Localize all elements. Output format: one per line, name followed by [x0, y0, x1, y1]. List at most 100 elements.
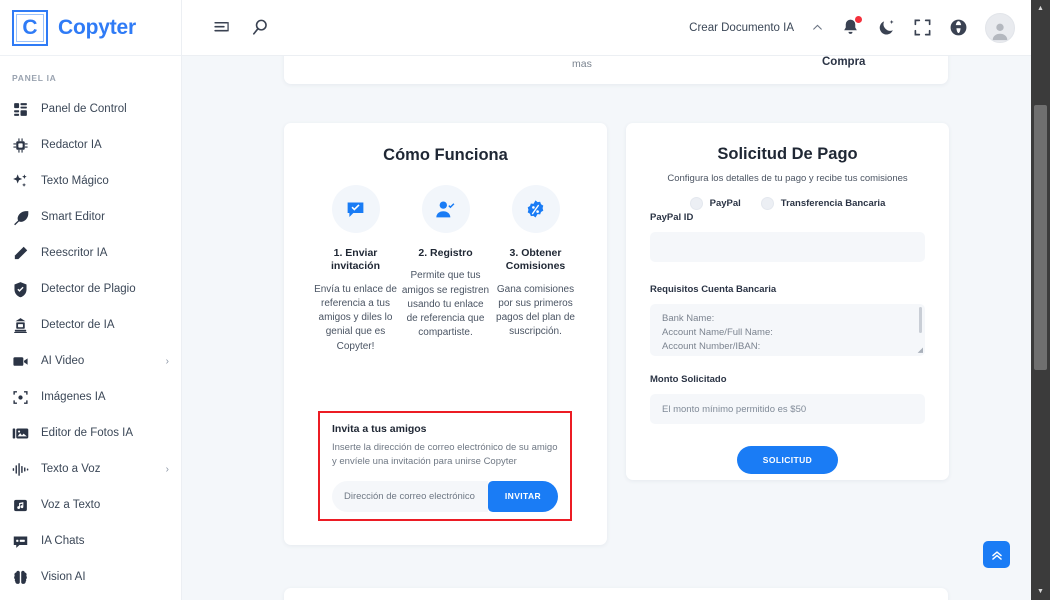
resize-handle-icon[interactable]: ◢	[918, 346, 923, 354]
percent-badge-icon	[511, 185, 560, 233]
sidebar-item-label: IA Chats	[41, 535, 85, 547]
brand-mark-icon: C	[12, 9, 48, 46]
step-description: Gana comisiones por sus primeros pagos d…	[496, 283, 575, 338]
avatar[interactable]	[985, 12, 1015, 43]
sidebar-item-label: Editor de Fotos IA	[41, 427, 134, 439]
radio-icon[interactable]	[689, 197, 703, 210]
bank-requirements-label: Requisitos Cuenta Bancaria	[650, 284, 777, 295]
invite-input-group: INVITAR	[332, 480, 558, 512]
bell-icon[interactable]	[841, 16, 862, 37]
fullscreen-icon[interactable]	[913, 18, 932, 37]
double-chevron-up-icon	[990, 548, 1004, 562]
step-title: 3. Obtener Comisiones	[505, 247, 566, 273]
scrollbar-up-arrow[interactable]: ▲	[1031, 0, 1050, 17]
moon-icon[interactable]	[877, 18, 896, 37]
scroll-to-top-button[interactable]	[983, 541, 1010, 568]
brain-icon	[12, 569, 29, 586]
notification-badge	[855, 16, 862, 23]
invite-email-input[interactable]	[332, 480, 488, 512]
sidebar-item-voz-a-texto[interactable]: Voz a Texto	[0, 487, 181, 523]
sidebar-item-imagenes-ia[interactable]: Imágenes IA	[0, 379, 181, 415]
sidebar-item-label: Texto Mágico	[41, 175, 109, 187]
invite-subtitle: Inserte la dirección de correo electróni…	[332, 442, 558, 467]
music-note-icon	[12, 497, 29, 514]
sparkles-icon	[12, 173, 29, 190]
sidebar-item-label: AI Video	[41, 355, 85, 367]
brand-name: Copyter	[58, 15, 136, 39]
dashboard-icon	[12, 101, 29, 118]
user-check-icon	[421, 185, 470, 233]
sidebar-item-detector-de-plagio[interactable]: Detector de Plagio	[0, 271, 181, 307]
bank-requirement-line: Account Name/Full Name:	[662, 327, 773, 339]
payment-request-subtitle: Configura los detalles de tu pago y reci…	[667, 173, 908, 184]
create-document-button[interactable]: Crear Documento IA	[689, 22, 794, 34]
amount-input[interactable]	[650, 394, 925, 424]
partial-card-right-text: Compra	[822, 56, 866, 68]
payment-method-label: Transferencia Bancaria	[780, 198, 886, 209]
sidebar-item-ia-chats[interactable]: IA Chats	[0, 523, 181, 559]
radio-icon[interactable]	[760, 197, 774, 210]
amount-label: Monto Solicitado	[650, 374, 727, 385]
shield-check-icon	[12, 281, 29, 298]
hamburger-icon[interactable]	[212, 18, 231, 37]
sidebar-item-smart-editor[interactable]: Smart Editor	[0, 199, 181, 235]
invite-title: Invita a tus amigos	[332, 423, 427, 435]
bank-requirements-textarea[interactable]: Bank Name: Account Name/Full Name: Accou…	[650, 304, 925, 356]
step-description: Permite que tus amigos se registren usan…	[401, 270, 490, 339]
chat-check-icon	[331, 185, 380, 233]
paypal-id-label: PayPal ID	[650, 212, 694, 223]
payment-request-card: Solicitud De Pago Configura los detalles…	[626, 123, 949, 480]
topbar-right-controls: Crear Documento IA	[689, 12, 1031, 43]
paypal-id-input[interactable]	[650, 232, 925, 262]
textarea-scrollbar[interactable]	[919, 307, 922, 333]
partial-card-left-text: mas	[572, 58, 592, 70]
scrollbar-down-arrow[interactable]: ▼	[1031, 583, 1050, 600]
invite-submit-button[interactable]: INVITAR	[488, 480, 558, 512]
search-icon[interactable]	[251, 18, 270, 37]
app-root: C Copyter PANEL IA Panel de Control Reda…	[0, 0, 1050, 600]
detector-icon	[12, 317, 29, 334]
partial-card-top: mas Compra	[284, 56, 948, 84]
invite-friends-box: Invita a tus amigos Inserte la dirección…	[318, 411, 572, 521]
payment-method-options: PayPal Transferencia Bancaria	[650, 197, 925, 210]
sidebar-item-panel-de-control[interactable]: Panel de Control	[0, 91, 181, 127]
browser-scrollbar[interactable]: ▲ ▼	[1031, 0, 1050, 600]
image-frame-icon	[12, 389, 29, 406]
step-item-3: 3. Obtener Comisiones Gana comisiones po…	[491, 185, 581, 354]
bank-requirement-line: Bank Name:	[662, 313, 715, 324]
sidebar-item-texto-a-voz[interactable]: Texto a Voz ›	[0, 451, 181, 487]
chevron-right-icon: ›	[165, 355, 169, 367]
chat-icon	[12, 533, 29, 550]
pencil-icon	[12, 245, 29, 262]
scrollbar-thumb[interactable]	[1034, 105, 1047, 370]
step-title: 1. Enviar invitación	[330, 247, 380, 273]
sidebar-item-label: Imágenes IA	[41, 391, 106, 403]
step-item-1: 1. Enviar invitación Envía tu enlace de …	[311, 185, 401, 354]
main-content: mas Compra Cómo Funciona 1. Enviar invit…	[182, 56, 1031, 600]
sidebar-item-editor-de-fotos-ia[interactable]: Editor de Fotos IA	[0, 415, 181, 451]
payment-method-paypal[interactable]: PayPal	[689, 197, 741, 210]
sidebar-item-label: Detector de IA	[41, 319, 115, 331]
sidebar-item-ai-video[interactable]: AI Video ›	[0, 343, 181, 379]
ai-chip-icon	[12, 137, 29, 154]
globe-icon[interactable]	[949, 18, 968, 37]
sidebar-item-vision-ai[interactable]: Vision AI	[0, 559, 181, 595]
step-description: Envía tu enlace de referencia a tus amig…	[314, 283, 397, 352]
sidebar-item-label: Redactor IA	[41, 139, 102, 151]
photo-editor-icon	[12, 425, 29, 442]
payment-method-bank-transfer[interactable]: Transferencia Bancaria	[760, 197, 886, 210]
sidebar-item-label: Panel de Control	[41, 103, 127, 115]
step-item-2: 2. Registro Permite que tus amigos se re…	[401, 185, 491, 354]
chevron-up-icon[interactable]	[811, 21, 824, 34]
sidebar-item-label: Voz a Texto	[41, 499, 101, 511]
sidebar-item-label: Vision AI	[41, 571, 86, 583]
sidebar-item-label: Reescritor IA	[41, 247, 108, 259]
sidebar-item-detector-de-ia[interactable]: Detector de IA	[0, 307, 181, 343]
sidebar-item-texto-magico[interactable]: Texto Mágico	[0, 163, 181, 199]
sidebar-item-reescritor-ia[interactable]: Reescritor IA	[0, 235, 181, 271]
payment-submit-button[interactable]: SOLICITUD	[736, 446, 839, 474]
how-it-works-title: Cómo Funciona	[383, 146, 508, 164]
brand-logo[interactable]: C Copyter	[0, 0, 181, 56]
feather-icon	[12, 209, 29, 226]
sidebar-item-redactor-ia[interactable]: Redactor IA	[0, 127, 181, 163]
